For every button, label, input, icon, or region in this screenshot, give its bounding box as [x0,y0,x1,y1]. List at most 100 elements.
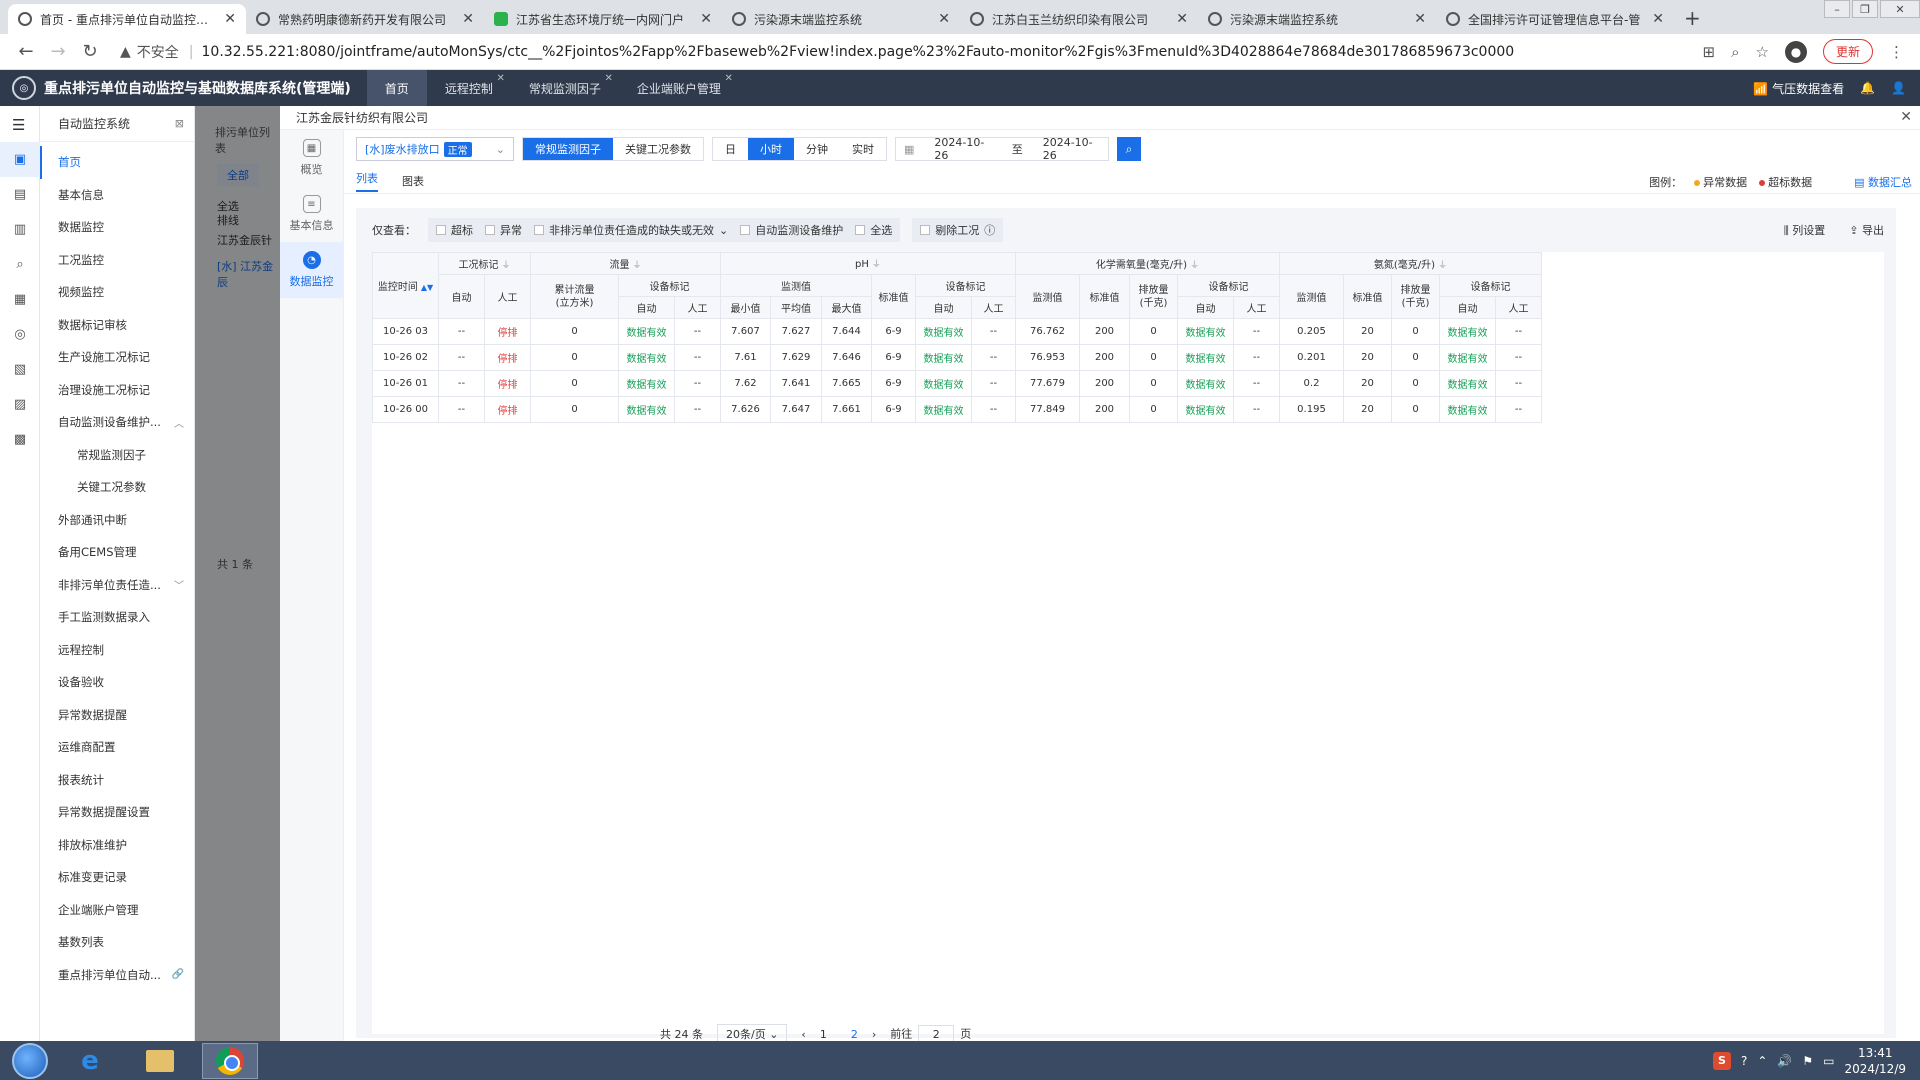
sidebar-item[interactable]: 手工监测数据录入 [40,601,194,634]
update-button[interactable]: 更新 [1822,39,1873,64]
sidebar-item[interactable]: 备用CEMS管理 [40,536,194,569]
collapse-icon[interactable]: ⊠ [175,117,184,130]
browser-tab[interactable]: 江苏省生态环境厅统一内网门户 ✕ [484,4,722,34]
filter-icon[interactable]: ⏚ [1438,261,1447,271]
filter-checkbox[interactable]: 超标 [436,222,473,238]
sidebar-item[interactable]: 标准变更记录 [40,861,194,894]
app-tab[interactable]: 首页 [366,70,427,106]
prev-page-icon[interactable]: ‹ [801,1028,805,1041]
sidebar-item[interactable]: 基本信息 [40,179,194,212]
close-tab-icon[interactable]: ✕ [496,73,504,84]
sidebar-item[interactable]: 远程控制 [40,634,194,667]
sidebar-item[interactable]: 运维商配置 [40,731,194,764]
reload-button[interactable]: ↻ [74,41,106,62]
page-number[interactable]: 2 [851,1028,858,1041]
app-tab[interactable]: 常规监测因子 ✕ [511,70,619,106]
outlet-select[interactable]: [水] 废水排放口 正常 ⌄ [356,137,514,161]
filter-checkbox[interactable]: 自动监测设备维护 [740,222,843,238]
close-tab-icon[interactable]: ✕ [938,11,950,27]
browser-tab[interactable]: 首页 - 重点排污单位自动监控与基 ✕ [8,4,246,34]
data-summary-button[interactable]: ▤ 数据汇总 [1854,174,1912,190]
rail-list-icon[interactable]: ▦ [0,282,40,317]
rail-table-icon[interactable]: ▨ [0,387,40,422]
close-tab-icon[interactable]: ✕ [1652,11,1664,27]
factor-tab[interactable]: 常规监测因子 [523,138,613,160]
sidebar-item[interactable]: 视频监控 [40,276,194,309]
time-tab[interactable]: 实时 [840,138,886,160]
browser-tab[interactable]: 污染源末端监控系统 ✕ [722,4,960,34]
search-button[interactable]: ⌕ [1117,137,1141,161]
forward-button[interactable]: → [42,41,74,62]
modal-rail-item[interactable]: ≡ 基本信息 [280,186,343,242]
sidebar-item[interactable]: 数据监控 [40,211,194,244]
close-tab-icon[interactable]: ✕ [604,73,612,84]
taskbar-clock[interactable]: 13:41 2024/12/9 [1844,1045,1906,1077]
sidebar-item[interactable]: 工况监控 [40,244,194,277]
browser-tab[interactable]: 全国排污许可证管理信息平台-管 ✕ [1436,4,1674,34]
modal-backdrop[interactable] [195,106,280,1041]
user-icon[interactable]: 👤 [1891,81,1906,95]
browser-tab[interactable]: 江苏白玉兰纺织印染有限公司 ✕ [960,4,1198,34]
sidebar-item[interactable]: 排放标准维护 [40,829,194,862]
browser-tab[interactable]: 污染源末端监控系统 ✕ [1198,4,1436,34]
sidebar-item[interactable]: 外部通讯中断 [40,504,194,537]
translate-icon[interactable]: ⊞ [1703,43,1716,61]
rail-target-icon[interactable]: ◎ [0,317,40,352]
sidebar-item[interactable]: 重点排污单位自动... 🔗 [40,959,194,992]
sidebar-item[interactable]: 异常数据提醒设置 [40,796,194,829]
volume-icon[interactable]: 🔊 [1777,1054,1792,1068]
time-tab[interactable]: 分钟 [794,138,840,160]
profile-avatar-icon[interactable]: ● [1784,40,1807,63]
display-icon[interactable]: ▭ [1823,1054,1834,1068]
col-time[interactable]: 监控时间 ▲▼ [372,252,439,319]
app-tab[interactable]: 远程控制 ✕ [427,70,511,106]
sort-icon[interactable]: ▲▼ [421,283,433,292]
start-button-icon[interactable] [12,1042,48,1079]
close-tab-icon[interactable]: ✕ [700,11,712,27]
modal-close-icon[interactable]: ✕ [1900,109,1912,125]
export-button[interactable]: ⇪ 导出 [1849,222,1884,238]
sidebar-item[interactable]: 自动监测设备维护... ︿ [40,406,194,439]
filter-checkbox[interactable]: 异常 [485,222,522,238]
pressure-data-link[interactable]: 📶 气压数据查看 [1753,80,1844,97]
sogou-ime-icon[interactable]: S [1712,1051,1731,1070]
filter-icon[interactable]: ⏚ [632,261,641,271]
close-tab-icon[interactable]: ✕ [462,11,474,27]
close-tab-icon[interactable]: ✕ [1176,11,1188,27]
rail-search-icon[interactable]: ⌕ [0,247,40,282]
sidebar-item[interactable]: 治理设施工况标记 [40,374,194,407]
sidebar-item[interactable]: 异常数据提醒 [40,699,194,732]
filter-checkbox[interactable]: 非排污单位责任造成的缺失或无效 ⌄ [534,222,728,238]
page-number[interactable]: 1 [820,1028,827,1041]
table-row[interactable]: 10-26 03 -- 停排 0 数据有效 -- 7.607 7.627 7.644 6-9 数据有… [372,318,1542,345]
sidebar-item[interactable]: 报表统计 [40,764,194,797]
sidebar-item[interactable]: 数据标记审核 [40,309,194,342]
tray-arrow-icon[interactable]: ⌃ [1757,1054,1767,1068]
help-icon[interactable]: ⓘ [984,222,995,238]
view-tab[interactable]: 图表 [402,173,424,189]
menu-kebab-icon[interactable]: ⋮ [1889,43,1904,61]
time-tab[interactable]: 小时 [748,138,794,160]
rail-home-icon[interactable]: ▣ [0,142,40,177]
time-tab[interactable]: 日 [713,138,748,160]
table-row[interactable]: 10-26 01 -- 停排 0 数据有效 -- 7.62 7.641 7.665 6-9 数据有效… [372,370,1542,397]
url-field[interactable]: ▲ 不安全 | 10.32.55.221:8080/jointframe/aut… [120,38,1703,66]
filter-checkbox[interactable]: 全选 [855,222,892,238]
app-tab[interactable]: 企业端账户管理 ✕ [619,70,739,106]
rail-monitor-icon[interactable]: ▥ [0,212,40,247]
browser-tab[interactable]: 常熟药明康德新药开发有限公司 ✕ [246,4,484,34]
new-tab-button[interactable]: + [1674,6,1711,34]
column-settings-button[interactable]: ⫼ 列设置 [1784,222,1826,238]
notification-bell-icon[interactable]: 🔔 [1860,81,1875,95]
table-row[interactable]: 10-26 02 -- 停排 0 数据有效 -- 7.61 7.629 7.646 6-9 数据有效… [372,344,1542,371]
sidebar-item[interactable]: 设备验收 [40,666,194,699]
sidebar-item[interactable]: 常规监测因子 [40,439,194,472]
restore-button[interactable]: ❐ [1852,0,1878,18]
table-row[interactable]: 10-26 00 -- 停排 0 数据有效 -- 7.626 7.647 7.661 6-9 数据有… [372,396,1542,423]
zoom-icon[interactable]: ⌕ [1731,43,1739,61]
modal-rail-item[interactable]: ▦ 概览 [280,130,343,186]
sidebar-item[interactable]: 非排污单位责任造... ﹀ [40,569,194,602]
back-button[interactable]: ← [10,41,42,62]
sidebar-item[interactable]: 企业端账户管理 [40,894,194,927]
hamburger-menu-icon[interactable]: ☰ [12,116,25,134]
